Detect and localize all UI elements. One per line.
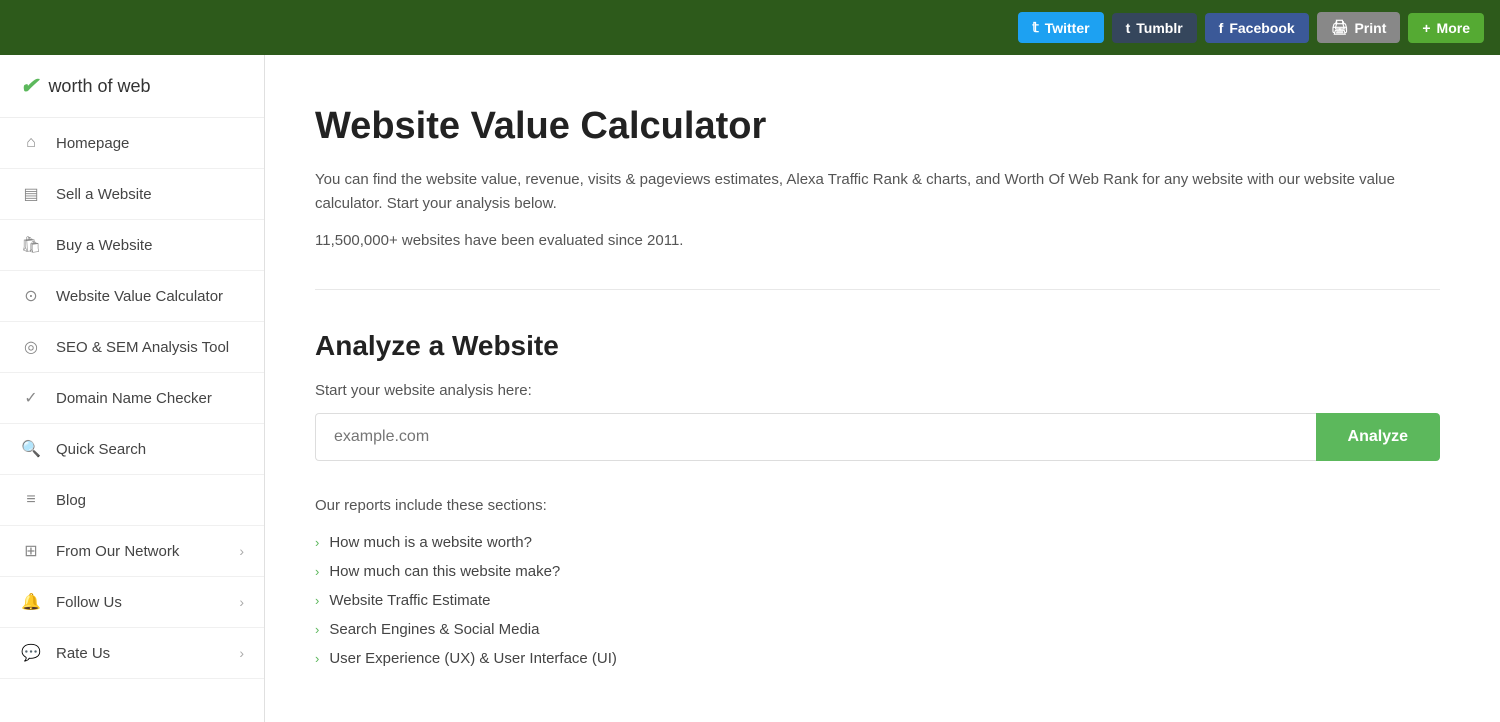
homepage-icon: ⌂ — [20, 132, 42, 154]
analyze-form: Analyze — [315, 413, 1440, 461]
sidebar: ✔ worth of web ⌂ Homepage ▤ Sell a Websi… — [0, 55, 265, 722]
sidebar-item-blog[interactable]: ≡ Blog — [0, 475, 264, 526]
follow-us-icon: 🔔 — [20, 591, 42, 613]
report-list-item: › How much can this website make? — [315, 557, 1440, 586]
website-value-calculator-icon: ⊙ — [20, 285, 42, 307]
domain-name-checker-label: Domain Name Checker — [56, 390, 212, 407]
quick-search-icon: 🔍 — [20, 438, 42, 460]
seo-sem-tool-icon: ◎ — [20, 336, 42, 358]
report-item-text: Search Engines & Social Media — [329, 621, 539, 638]
report-chevron-icon: › — [315, 622, 319, 637]
buy-website-label: Buy a Website — [56, 237, 152, 254]
url-input[interactable] — [315, 413, 1316, 461]
buy-website-icon: 🛍 — [20, 234, 42, 256]
rate-us-label: Rate Us — [56, 645, 110, 662]
print-label: Print — [1354, 20, 1386, 36]
more-icon: + — [1422, 20, 1430, 36]
report-chevron-icon: › — [315, 651, 319, 666]
sidebar-item-rate-us[interactable]: 💬 Rate Us › — [0, 628, 264, 679]
from-our-network-label: From Our Network — [56, 543, 179, 560]
follow-us-chevron-icon: › — [239, 594, 244, 610]
follow-us-label: Follow Us — [56, 594, 122, 611]
blog-icon: ≡ — [20, 489, 42, 511]
print-button[interactable]: 🖨 Print — [1317, 12, 1401, 43]
more-label: More — [1437, 20, 1470, 36]
print-icon: 🖨 — [1331, 19, 1349, 36]
sidebar-item-domain-name-checker[interactable]: ✓ Domain Name Checker — [0, 373, 264, 424]
report-chevron-icon: › — [315, 535, 319, 550]
website-value-calculator-label: Website Value Calculator — [56, 288, 223, 305]
sidebar-item-quick-search[interactable]: 🔍 Quick Search — [0, 424, 264, 475]
homepage-label: Homepage — [56, 135, 129, 152]
report-list-item: › Search Engines & Social Media — [315, 615, 1440, 644]
tumblr-icon: t — [1126, 20, 1131, 36]
analyze-section-title: Analyze a Website — [315, 330, 1440, 362]
report-item-text: User Experience (UX) & User Interface (U… — [329, 650, 617, 667]
page-title: Website Value Calculator — [315, 105, 1440, 148]
rate-us-icon: 💬 — [20, 642, 42, 664]
rate-us-chevron-icon: › — [239, 645, 244, 661]
reports-label: Our reports include these sections: — [315, 497, 1440, 514]
report-item-text: How much is a website worth? — [329, 534, 532, 551]
content-area: Website Value Calculator You can find th… — [265, 55, 1500, 722]
logo-text: worth of web — [48, 76, 150, 97]
report-list-item: › How much is a website worth? — [315, 528, 1440, 557]
blog-label: Blog — [56, 492, 86, 509]
sidebar-item-homepage[interactable]: ⌂ Homepage — [0, 118, 264, 169]
report-item-text: How much can this website make? — [329, 563, 560, 580]
twitter-label: Twitter — [1045, 20, 1090, 36]
report-list-item: › User Experience (UX) & User Interface (… — [315, 644, 1440, 673]
from-our-network-chevron-icon: › — [239, 543, 244, 559]
more-button[interactable]: + More — [1408, 13, 1484, 43]
logo-area[interactable]: ✔ worth of web — [0, 55, 264, 118]
report-chevron-icon: › — [315, 593, 319, 608]
report-list: › How much is a website worth? › How much c… — [315, 528, 1440, 673]
sidebar-item-from-our-network[interactable]: ⊞ From Our Network › — [0, 526, 264, 577]
divider — [315, 289, 1440, 290]
facebook-icon: f — [1219, 20, 1224, 36]
stats-text: 11,500,000+ websites have been evaluated… — [315, 232, 1440, 249]
logo-icon: ✔ — [20, 73, 38, 99]
report-chevron-icon: › — [315, 564, 319, 579]
sidebar-item-website-value-calculator[interactable]: ⊙ Website Value Calculator — [0, 271, 264, 322]
content-inner: Website Value Calculator You can find th… — [265, 55, 1500, 722]
analyze-label: Start your website analysis here: — [315, 382, 1440, 399]
sidebar-item-seo-sem-tool[interactable]: ◎ SEO & SEM Analysis Tool — [0, 322, 264, 373]
sidebar-item-sell-website[interactable]: ▤ Sell a Website — [0, 169, 264, 220]
sidebar-item-follow-us[interactable]: 🔔 Follow Us › — [0, 577, 264, 628]
tumblr-label: Tumblr — [1136, 20, 1182, 36]
sidebar-item-buy-website[interactable]: 🛍 Buy a Website — [0, 220, 264, 271]
seo-sem-tool-label: SEO & SEM Analysis Tool — [56, 339, 229, 356]
facebook-button[interactable]: f Facebook — [1205, 13, 1309, 43]
from-our-network-icon: ⊞ — [20, 540, 42, 562]
report-list-item: › Website Traffic Estimate — [315, 586, 1440, 615]
domain-name-checker-icon: ✓ — [20, 387, 42, 409]
report-item-text: Website Traffic Estimate — [329, 592, 490, 609]
sell-website-label: Sell a Website — [56, 186, 152, 203]
main-layout: ✔ worth of web ⌂ Homepage ▤ Sell a Websi… — [0, 55, 1500, 722]
twitter-button[interactable]: 𝕥 Twitter — [1018, 12, 1103, 43]
page-description: You can find the website value, revenue,… — [315, 168, 1415, 216]
facebook-label: Facebook — [1229, 20, 1294, 36]
tumblr-button[interactable]: t Tumblr — [1112, 13, 1197, 43]
analyze-button[interactable]: Analyze — [1316, 413, 1440, 461]
quick-search-label: Quick Search — [56, 441, 146, 458]
twitter-icon: 𝕥 — [1032, 19, 1039, 36]
top-bar: 𝕥 Twitter t Tumblr f Facebook 🖨 Print + More — [0, 0, 1500, 55]
sell-website-icon: ▤ — [20, 183, 42, 205]
